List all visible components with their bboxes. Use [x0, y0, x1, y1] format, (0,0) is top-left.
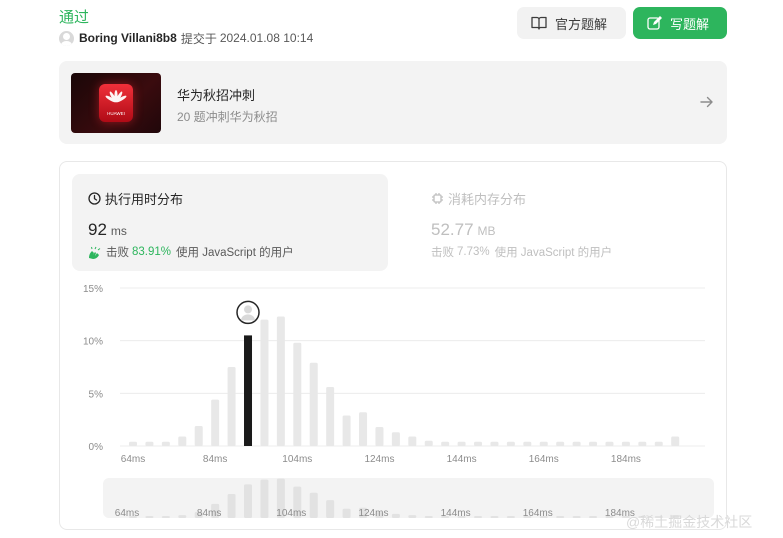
- mini-bar: [326, 500, 335, 518]
- bar: [490, 441, 499, 446]
- y-tick-label: 0%: [89, 442, 104, 453]
- x-tick-label: 164ms: [529, 454, 559, 465]
- user-marker-head: [244, 305, 253, 314]
- x-tick-label: 124ms: [364, 454, 394, 465]
- mini-bar: [342, 508, 351, 518]
- bar: [326, 387, 335, 446]
- mini-bar: [161, 516, 170, 518]
- y-tick-label: 15%: [83, 284, 103, 295]
- bar: [589, 441, 598, 446]
- bar: [260, 319, 269, 446]
- bar: [572, 441, 581, 446]
- x-tick-label: 64ms: [121, 454, 145, 465]
- bar: [474, 441, 483, 446]
- bar: [359, 412, 368, 446]
- bar: [654, 441, 663, 446]
- bar: [441, 441, 450, 446]
- bar: [408, 436, 417, 446]
- bar: [539, 441, 548, 446]
- mini-bar: [391, 513, 400, 518]
- mini-bar: [572, 516, 581, 518]
- mini-x-tick-label: 104ms: [276, 508, 306, 519]
- mini-bar: [506, 516, 515, 518]
- mini-bar: [490, 516, 499, 518]
- mini-bar: [145, 516, 154, 518]
- mini-bar: [227, 494, 236, 518]
- x-tick-label: 84ms: [203, 454, 227, 465]
- runtime-distribution-chart[interactable]: 15% 10% 5% 0% 64ms 84ms 104ms 124ms 144ms 164ms 18…: [0, 0, 783, 538]
- mini-bar: [556, 516, 565, 518]
- mini-bar: [260, 479, 269, 518]
- x-tick-label: 144ms: [447, 454, 477, 465]
- mini-bar: [474, 516, 483, 518]
- mini-bar: [408, 515, 417, 518]
- bar: [194, 425, 203, 446]
- bar: [556, 441, 565, 446]
- x-tick-label: 104ms: [282, 454, 312, 465]
- bar: [391, 432, 400, 446]
- mini-bar: [424, 516, 433, 518]
- bar: [523, 441, 532, 446]
- x-tick-label: 184ms: [611, 454, 641, 465]
- bar: [671, 436, 680, 446]
- bar: [161, 441, 170, 446]
- bar: [605, 441, 614, 446]
- bar: [293, 342, 302, 446]
- y-tick-label: 10%: [83, 337, 103, 348]
- watermark: @稀土掘金技术社区: [626, 514, 753, 530]
- bar: [227, 367, 236, 446]
- mini-x-tick-label: 64ms: [115, 508, 139, 519]
- mini-bar: [589, 516, 598, 518]
- bar: [178, 436, 187, 446]
- mini-x-tick-label: 124ms: [358, 508, 388, 519]
- bar: [506, 441, 515, 446]
- bar: [375, 427, 384, 446]
- bar-highlight: [244, 335, 253, 446]
- mini-bar: [178, 515, 187, 518]
- y-tick-label: 5%: [89, 389, 104, 400]
- mini-x-tick-label: 84ms: [197, 508, 221, 519]
- bar: [129, 441, 137, 446]
- bar: [342, 415, 351, 446]
- mini-x-tick-label: 164ms: [523, 508, 553, 519]
- bar: [457, 441, 466, 446]
- bar: [621, 441, 630, 446]
- bar: [424, 440, 433, 446]
- bar: [638, 441, 647, 446]
- bar: [276, 316, 285, 446]
- mini-bar: [309, 492, 318, 518]
- mini-x-tick-label: 144ms: [441, 508, 471, 519]
- bar: [211, 399, 220, 446]
- mini-bar: [244, 484, 253, 518]
- bar: [145, 441, 154, 446]
- bar: [309, 362, 318, 446]
